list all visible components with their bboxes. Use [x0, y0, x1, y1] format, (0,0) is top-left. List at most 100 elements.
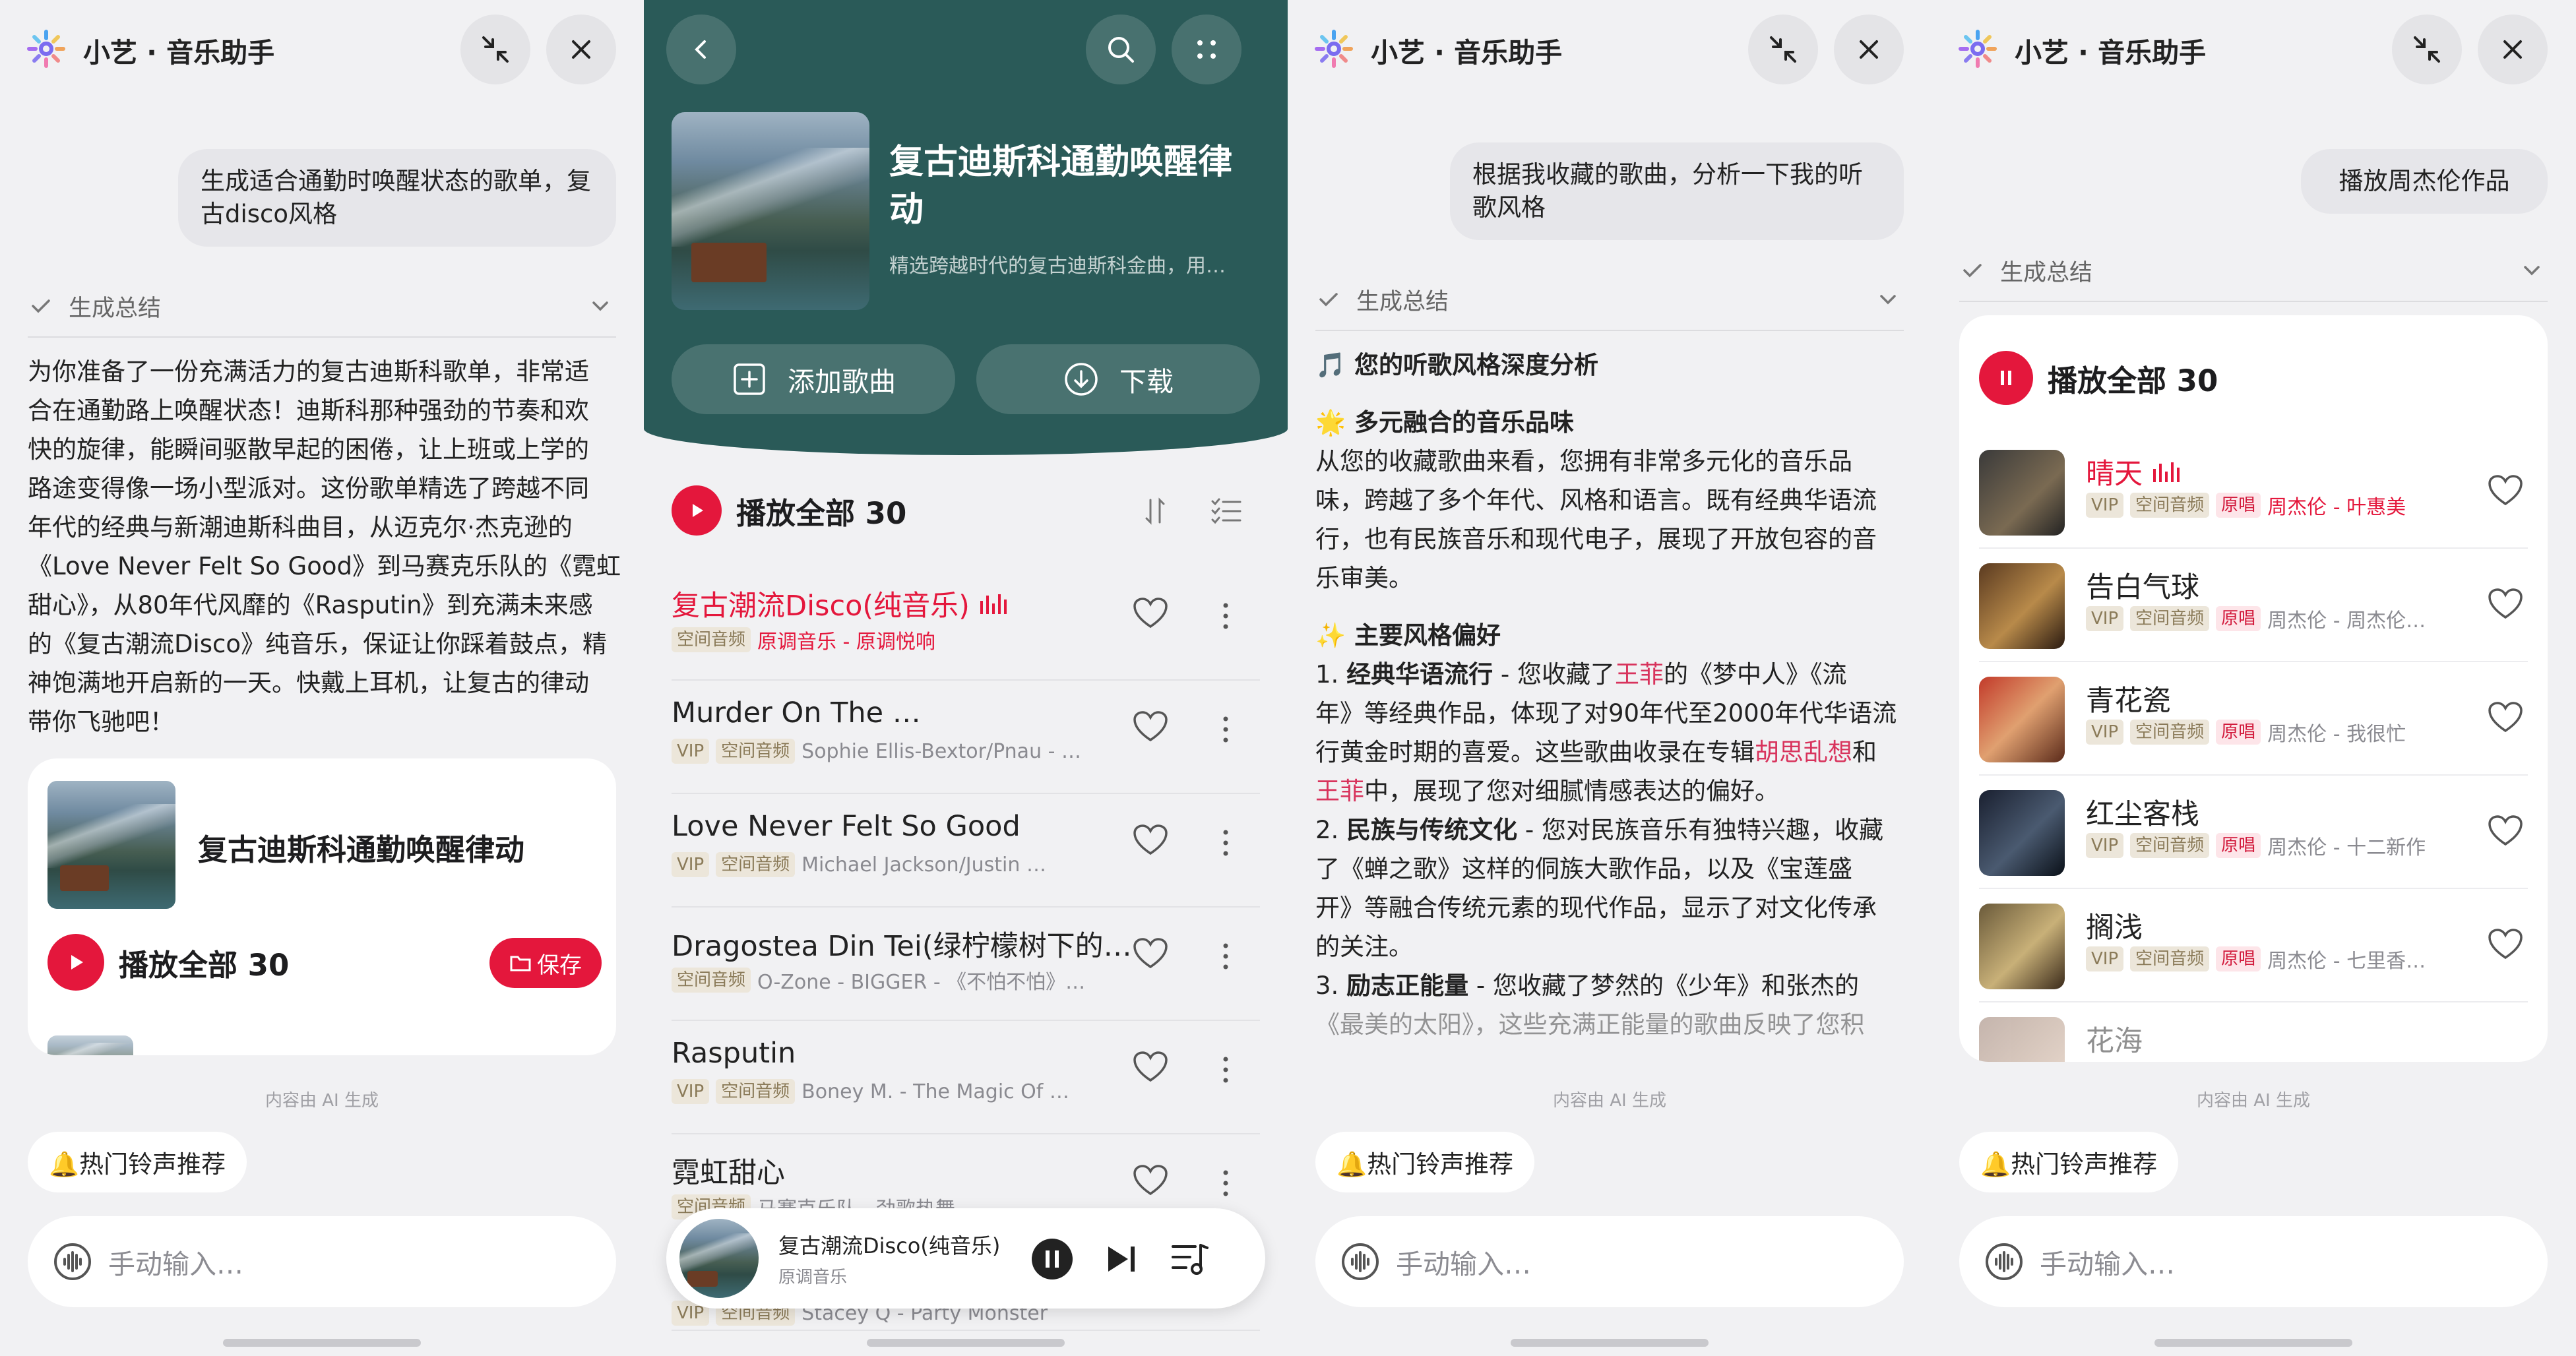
song-title-text: 复古潮流Disco(纯音乐)	[672, 590, 970, 623]
song-artist: 原调音乐 - 原调悦响	[757, 631, 935, 654]
home-indicator	[2154, 1339, 2352, 1347]
song-title: Rasputin	[672, 1037, 796, 1070]
song-title: Dragostea Din Tei(绿柠檬树下的…	[672, 930, 1132, 963]
tag-spatial-audio: 空间音频	[716, 1079, 796, 1104]
heart-icon[interactable]	[2487, 927, 2524, 962]
minimize-button[interactable]	[460, 15, 530, 84]
save-button[interactable]: 保存	[489, 938, 602, 988]
text-span: 3.	[1315, 971, 1347, 1000]
minimize-button[interactable]	[2392, 15, 2462, 84]
song-row[interactable]: 搁浅 VIP 空间音频 原唱 周杰伦 - 七里香…	[1979, 889, 2528, 1002]
song-row[interactable]: 复古潮流Disco(纯音乐) 空间音频 原调音乐 - 原调悦响	[672, 569, 1260, 681]
add-songs-button[interactable]: 添加歌曲	[672, 344, 955, 414]
more-vertical-icon[interactable]	[1219, 601, 1232, 631]
song-artist: 周杰伦 - 我很忙	[2267, 723, 2406, 746]
heart-icon[interactable]	[2487, 474, 2524, 508]
sort-icon[interactable]	[1140, 496, 1170, 526]
album-art-image	[1979, 677, 2065, 762]
play-all-button[interactable]: 播放全部 30	[47, 934, 289, 991]
summary-toggle[interactable]: 生成总结	[1961, 251, 2549, 290]
play-all-label: 播放全部 30	[2048, 363, 2218, 398]
paragraph-line: 1. 经典华语流行 - 您收藏了王菲的《梦中人》《流	[1315, 655, 1916, 694]
paragraph-line: 味，跨越了多个年代、风格和语言。既有经典华语流	[1315, 486, 1877, 514]
divider	[28, 336, 616, 338]
heart-icon[interactable]	[2487, 587, 2524, 621]
playlist-title: 复古迪斯科通勤唤醒律 动	[889, 139, 1272, 233]
playlist-description[interactable]: 精选跨越时代的复古迪斯科金曲，用…	[889, 249, 1239, 278]
home-indicator	[1511, 1339, 1709, 1347]
song-row[interactable]: 告白气球 VIP 空间音频 原唱 周杰伦 - 周杰伦…	[1979, 549, 2528, 662]
playlist-cover-image	[47, 781, 175, 909]
pause-icon[interactable]	[1030, 1237, 1074, 1281]
song-row[interactable]: 花海	[1979, 1002, 2528, 1062]
heart-icon[interactable]	[1132, 1050, 1169, 1084]
tag-spatial-audio: 空间音频	[2130, 720, 2210, 745]
song-row[interactable]: Murder On The … VIP 空间音频 Sophie Ellis-Bext…	[672, 682, 1260, 794]
tag-original: 原唱	[2216, 720, 2261, 745]
song-artist: 周杰伦 - 周杰伦…	[2267, 609, 2426, 632]
pane-assistant-analysis: 小艺 · 音乐助手 根据我收藏的歌曲，分析一下我的听 歌风格 生成总结 🎵 您的…	[1288, 0, 1932, 1356]
ringtone-recommend-pill[interactable]: 🔔热门铃声推荐	[1959, 1132, 2179, 1192]
song-row[interactable]: Rasputin VIP 空间音频 Boney M. - The Magic Of …	[672, 1022, 1260, 1134]
message-input[interactable]: 手动输入…	[1315, 1216, 1904, 1307]
playlist-cover-image	[672, 112, 869, 310]
search-button[interactable]	[1086, 15, 1156, 84]
mini-player[interactable]: 复古潮流Disco(纯音乐) 原调音乐	[666, 1208, 1265, 1309]
heart-icon[interactable]	[2487, 814, 2524, 848]
summary-label: 生成总结	[1356, 288, 1449, 315]
song-row[interactable]: 晴天 VIP 空间音频 原唱 周杰伦 - 叶惠美	[1979, 435, 2528, 549]
minimize-button[interactable]	[1748, 15, 1818, 84]
download-icon	[1065, 363, 1098, 396]
playlist-card[interactable]: 复古迪斯科通勤唤醒律动 播放全部 30 保存	[28, 758, 616, 1055]
tag-spatial-audio: 空间音频	[2130, 606, 2210, 631]
tag-spatial-audio: 空间音频	[2130, 946, 2210, 971]
heart-icon[interactable]	[2487, 700, 2524, 735]
multi-select-icon[interactable]	[1210, 496, 1243, 526]
heart-icon[interactable]	[1132, 1163, 1169, 1198]
album-link[interactable]: 胡思乱想	[1755, 738, 1852, 766]
section-title: 🌟 多元融合的音乐品味	[1315, 408, 1574, 437]
more-vertical-icon[interactable]	[1219, 942, 1232, 971]
input-placeholder: 手动输入…	[2040, 1248, 2175, 1280]
assistant-title: 小艺 · 音乐助手	[2015, 37, 2207, 69]
summary-toggle[interactable]: 生成总结	[1317, 280, 1905, 319]
more-vertical-icon[interactable]	[1219, 1055, 1232, 1084]
add-box-icon	[734, 363, 765, 395]
song-title: 青花瓷	[2086, 685, 2171, 718]
user-message-line: 古disco风格	[201, 200, 338, 228]
close-button[interactable]	[546, 15, 616, 84]
album-link[interactable]: 王菲	[1315, 777, 1364, 805]
message-input[interactable]: 手动输入…	[1959, 1216, 2548, 1307]
play-all-button[interactable]: 播放全部 30	[1979, 351, 2218, 405]
play-all-label: 播放全部 30	[119, 947, 290, 983]
song-row[interactable]: Love Never Felt So Good VIP 空间音频 Michael J…	[672, 795, 1260, 908]
close-button[interactable]	[2478, 15, 2548, 84]
xiaoyi-logo-icon	[1315, 30, 1353, 68]
playlist-queue-icon[interactable]	[1170, 1241, 1210, 1277]
xiaoyi-logo-icon	[27, 30, 65, 68]
more-vertical-icon[interactable]	[1219, 828, 1232, 857]
download-button[interactable]: 下载	[976, 344, 1260, 414]
next-track-icon[interactable]	[1104, 1243, 1139, 1276]
ringtone-recommend-pill[interactable]: 🔔热门铃声推荐	[28, 1132, 247, 1192]
more-vertical-icon[interactable]	[1219, 1169, 1232, 1198]
back-button[interactable]	[666, 15, 736, 84]
message-input[interactable]: 手动输入…	[28, 1216, 616, 1307]
song-row[interactable]: Dragostea Din Tei(绿柠檬树下的… 空间音频 O-Zone - B…	[672, 909, 1260, 1021]
more-button[interactable]	[1172, 15, 1241, 84]
check-icon	[32, 299, 50, 313]
artist-link[interactable]: 王菲	[1615, 660, 1664, 689]
ringtone-recommend-pill[interactable]: 🔔热门铃声推荐	[1315, 1132, 1535, 1192]
summary-toggle[interactable]: 生成总结	[29, 286, 617, 326]
heart-icon[interactable]	[1132, 710, 1169, 744]
more-vertical-icon[interactable]	[1219, 715, 1232, 744]
heart-icon[interactable]	[1132, 937, 1169, 971]
song-row[interactable]: 红尘客栈 VIP 空间音频 原唱 周杰伦 - 十二新作	[1979, 776, 2528, 889]
heart-icon[interactable]	[1132, 823, 1169, 857]
song-title: 红尘客栈	[2086, 798, 2199, 831]
play-all-button[interactable]: 播放全部 30	[672, 485, 906, 536]
close-button[interactable]	[1834, 15, 1904, 84]
song-row[interactable]: 青花瓷 VIP 空间音频 原唱 周杰伦 - 我很忙	[1979, 662, 2528, 776]
summary-label: 生成总结	[69, 295, 162, 322]
heart-icon[interactable]	[1132, 596, 1169, 631]
